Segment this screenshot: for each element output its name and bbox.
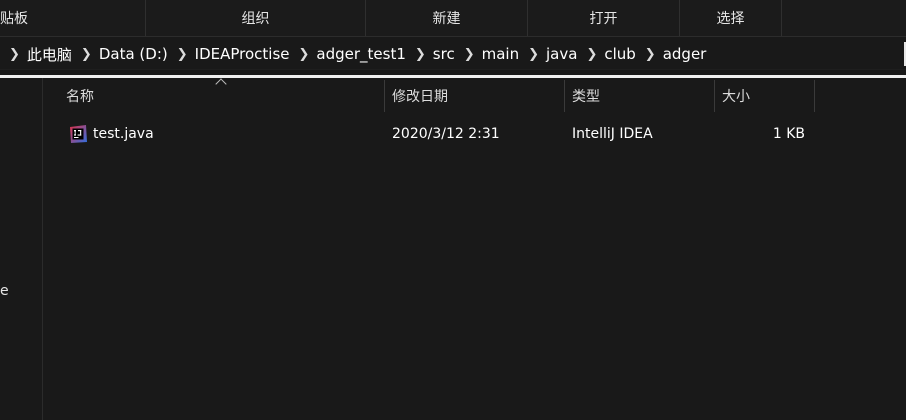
column-divider[interactable] (714, 80, 715, 112)
ribbon-group-clipboard[interactable]: 贴板 (0, 0, 146, 36)
chevron-right-icon[interactable]: ❯ (168, 47, 195, 62)
ribbon-group-new[interactable]: 新建 (366, 0, 528, 36)
column-divider[interactable] (814, 80, 815, 112)
file-date-modified: 2020/3/12 2:31 (392, 126, 500, 142)
file-size: 1 KB (772, 126, 805, 142)
chevron-right-icon[interactable]: ❯ (636, 47, 663, 62)
navigation-pane[interactable]: e (0, 78, 43, 420)
intellij-java-file-icon (70, 125, 87, 143)
column-divider[interactable] (384, 80, 385, 112)
chevron-right-icon[interactable]: ❯ (406, 47, 433, 62)
breadcrumb-java[interactable]: java (546, 45, 577, 63)
breadcrumb-main[interactable]: main (482, 45, 519, 63)
nav-item-label[interactable]: e (0, 283, 9, 299)
file-list-view[interactable]: 名称 修改日期 类型 大小 test.java 2020/3/12 2:31 I… (43, 78, 906, 420)
breadcrumb: ❯ 此电脑 ❯ Data (D:) ❯ IDEAProctise ❯ adger… (0, 39, 906, 69)
breadcrumb-this-pc[interactable]: 此电脑 (27, 44, 72, 65)
chevron-right-icon[interactable]: ❯ (455, 47, 482, 62)
column-header-type[interactable]: 类型 (572, 78, 714, 112)
breadcrumb-ideaproctise[interactable]: IDEAProctise (195, 45, 290, 63)
column-header-size[interactable]: 大小 (722, 78, 814, 112)
ribbon-group-open[interactable]: 打开 (528, 0, 680, 36)
column-header-date-modified[interactable]: 修改日期 (392, 78, 564, 112)
column-header-name[interactable]: 名称 (66, 78, 384, 112)
chevron-right-icon[interactable]: ❯ (72, 47, 99, 62)
ribbon-group-organize[interactable]: 组织 (146, 0, 366, 36)
breadcrumb-adger[interactable]: adger (663, 45, 707, 63)
file-type: IntelliJ IDEA (572, 126, 653, 142)
breadcrumb-club[interactable]: club (604, 45, 635, 63)
breadcrumb-src[interactable]: src (433, 45, 455, 63)
chevron-right-icon[interactable]: ❯ (290, 47, 317, 62)
chevron-right-icon[interactable]: ❯ (577, 47, 604, 62)
chevron-right-icon[interactable]: ❯ (0, 47, 27, 62)
address-bar[interactable]: ❯ 此电脑 ❯ Data (D:) ❯ IDEAProctise ❯ adger… (0, 39, 906, 70)
ribbon-toolbar: 贴板 组织 新建 打开 选择 (0, 0, 906, 37)
breadcrumb-adger-test1[interactable]: adger_test1 (316, 45, 405, 63)
column-divider[interactable] (564, 80, 565, 112)
file-name[interactable]: test.java (93, 118, 154, 148)
ribbon-group-select[interactable]: 选择 (680, 0, 782, 36)
table-row[interactable]: test.java 2020/3/12 2:31 IntelliJ IDEA 1… (43, 118, 906, 148)
breadcrumb-drive-d[interactable]: Data (D:) (99, 45, 168, 63)
chevron-right-icon[interactable]: ❯ (519, 47, 546, 62)
